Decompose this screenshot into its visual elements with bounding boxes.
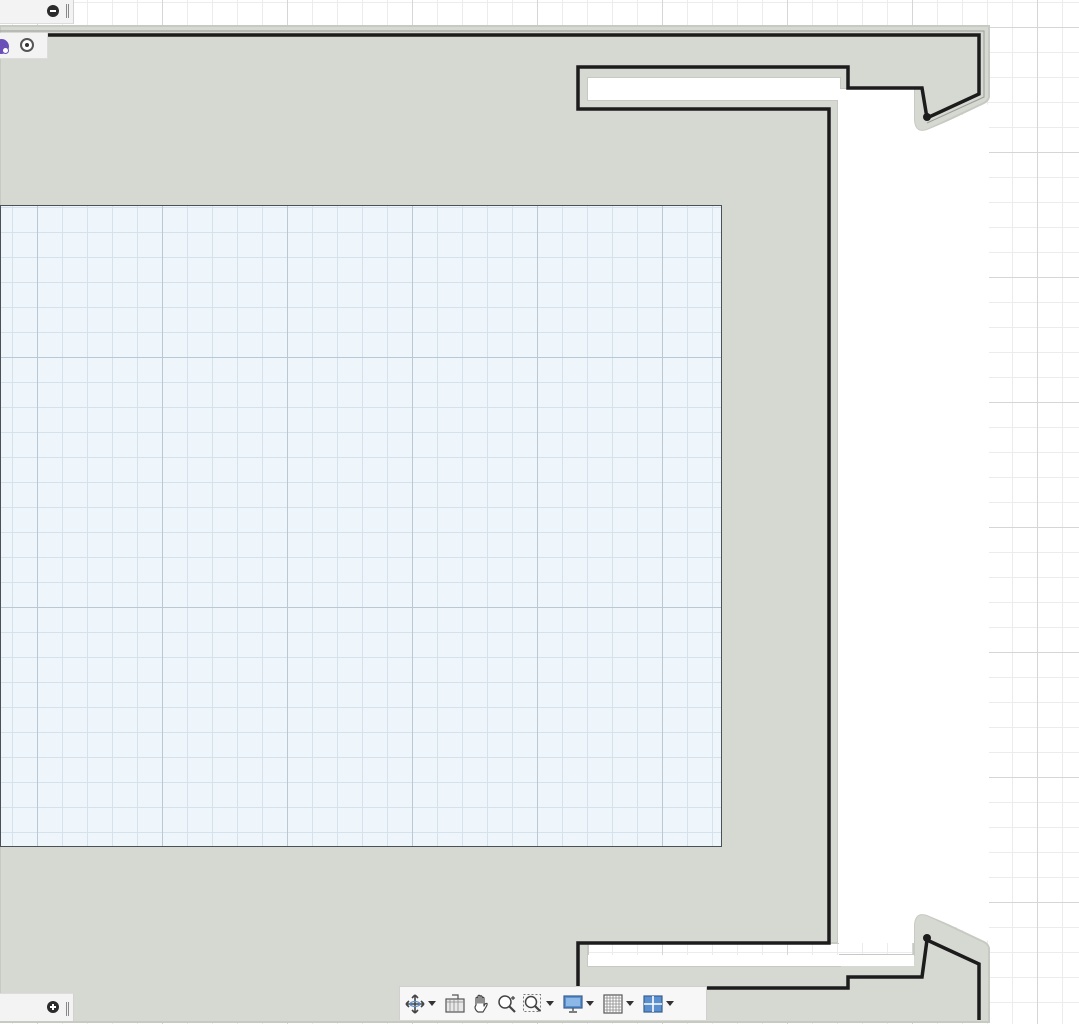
grid-snaps-icon (602, 993, 624, 1015)
chevron-down-icon[interactable] (626, 1001, 634, 1006)
orbit-tool[interactable] (404, 990, 440, 1018)
sketch-profile-region[interactable] (0, 205, 722, 847)
component-icon[interactable] (0, 39, 9, 54)
component-row[interactable] (0, 33, 48, 59)
expand-icon[interactable] (47, 1001, 59, 1013)
radio-active-icon[interactable] (20, 38, 34, 52)
navigation-toolbar (399, 986, 707, 1020)
right-clearance (838, 100, 989, 943)
panel-grip-icon[interactable] (66, 4, 69, 18)
chevron-down-icon[interactable] (546, 1001, 554, 1006)
bottom-slot-cutout (588, 955, 914, 966)
zoom-window-icon (522, 993, 544, 1015)
chevron-down-icon[interactable] (428, 1001, 436, 1006)
look-at-tool[interactable] (444, 990, 466, 1018)
look-at-icon (444, 993, 466, 1015)
zoom-window-tool[interactable] (522, 990, 558, 1018)
display-settings-icon (562, 993, 584, 1015)
chevron-down-icon[interactable] (666, 1001, 674, 1006)
sketch-point-bottom[interactable] (923, 934, 931, 942)
grid-snaps-tool[interactable] (602, 990, 638, 1018)
sketch-point-top[interactable] (923, 113, 931, 121)
display-settings-tool[interactable] (562, 990, 598, 1018)
chevron-down-icon[interactable] (586, 1001, 594, 1006)
viewports-icon (642, 993, 664, 1015)
zoom-tool[interactable] (496, 990, 518, 1018)
pan-tool[interactable] (470, 990, 492, 1018)
orbit-icon (404, 993, 426, 1015)
browser-panel-top (0, 0, 74, 24)
collapse-icon[interactable] (47, 5, 59, 17)
browser-panel-bottom (0, 993, 74, 1021)
panel-grip-icon[interactable] (66, 1002, 69, 1016)
pan-hand-icon (470, 993, 492, 1015)
zoom-icon (496, 993, 518, 1015)
viewports-tool[interactable] (642, 990, 678, 1018)
